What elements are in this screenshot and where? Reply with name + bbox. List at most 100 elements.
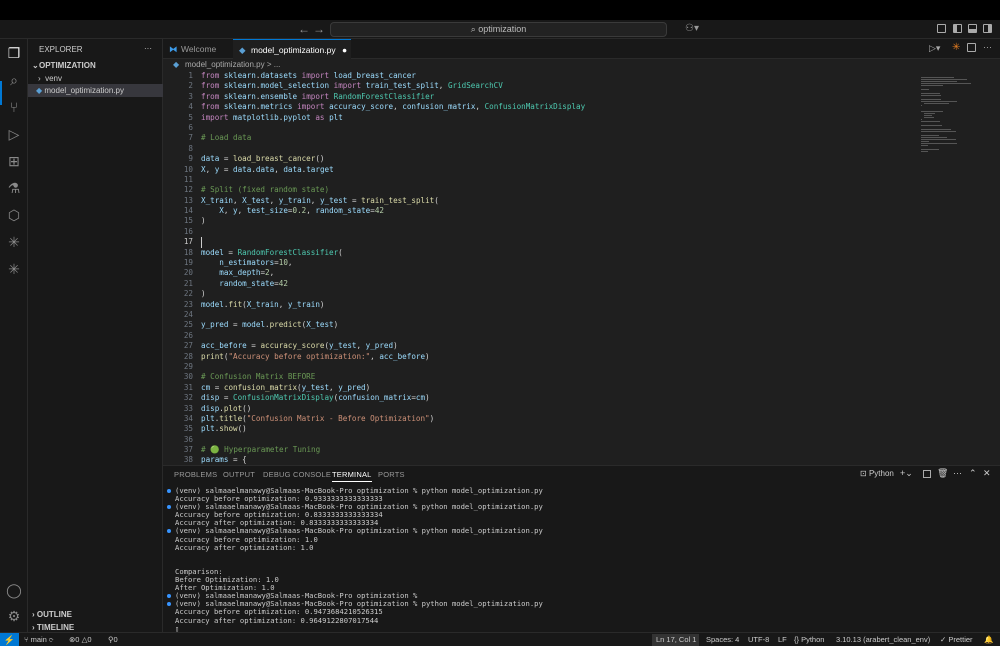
code-line[interactable] <box>201 123 921 133</box>
tab-welcome[interactable]: ⧓ Welcome <box>163 39 231 59</box>
ports-status[interactable]: ⚲0 <box>108 633 118 646</box>
code-line[interactable]: # Split (fixed random state) <box>201 185 921 195</box>
code-line[interactable]: X, y, test_size=0.2, random_state=42 <box>201 206 921 216</box>
minimap[interactable] <box>921 71 981 465</box>
code-line[interactable]: from sklearn.datasets import load_breast… <box>201 71 921 81</box>
search-view-icon[interactable]: ⌕ <box>6 72 22 88</box>
customize-layout-icon[interactable] <box>937 24 946 33</box>
command-decoration-icon[interactable] <box>167 529 171 534</box>
command-decoration-icon[interactable] <box>167 594 171 599</box>
code-line[interactable] <box>201 237 921 248</box>
code-line[interactable] <box>201 362 921 372</box>
code-line[interactable]: import matplotlib.pyplot as plt <box>201 113 921 123</box>
run-python-icon[interactable]: ▷▾ <box>929 43 940 54</box>
trash-icon[interactable]: 🗑 <box>937 468 948 479</box>
more-actions-icon[interactable]: ··· <box>953 468 962 478</box>
ai-sparkle-alt-icon[interactable]: ✳ <box>6 261 22 277</box>
workspace-folder-title[interactable]: OPTIMIZATION <box>39 61 96 70</box>
command-decoration-icon[interactable] <box>167 602 171 607</box>
branch-status[interactable]: ⑂ main ⟳ <box>24 633 53 646</box>
tree-item-venv[interactable]: › venv <box>38 74 62 83</box>
explorer-more-button[interactable]: ··· <box>144 44 152 53</box>
code-editor[interactable]: 1 2 3 4 5 6 7 8 9 10 11 12 13 14 15 16 17 18 19 20 21 22 23 24 2… <box>163 71 1000 465</box>
code-line[interactable]: from sklearn.ensemble import RandomFores… <box>201 92 921 102</box>
code-line[interactable]: from sklearn.metrics import accuracy_sco… <box>201 102 921 112</box>
folder-chevron-down-icon[interactable]: ⌄ <box>32 61 39 70</box>
maximize-panel-icon[interactable]: ⌃ <box>969 468 977 479</box>
code-line[interactable] <box>201 310 921 320</box>
tab-terminal[interactable]: TERMINAL <box>332 470 372 482</box>
timeline-section[interactable]: › TIMELINE <box>32 623 74 632</box>
code-line[interactable]: X, y = data.data, data.target <box>201 165 921 175</box>
interpreter-status[interactable]: 3.10.13 (arabert_clean_env) <box>836 633 930 646</box>
code-line[interactable]: cm = confusion_matrix(y_test, y_pred) <box>201 383 921 393</box>
outline-section[interactable]: › OUTLINE <box>32 610 72 619</box>
code-line[interactable]: acc_before = accuracy_score(y_test, y_pr… <box>201 341 921 351</box>
code-line[interactable] <box>201 435 921 445</box>
settings-gear-icon[interactable]: ⚙ <box>6 608 22 624</box>
code-line[interactable]: from sklearn.model_selection import trai… <box>201 81 921 91</box>
ai-sparkle-icon[interactable]: ✳ <box>952 42 960 53</box>
tab-debug-console[interactable]: DEBUG CONSOLE <box>263 470 331 479</box>
ai-sparkle-icon[interactable]: ✳ <box>6 234 22 250</box>
code-line[interactable]: X_train, X_test, y_train, y_test = train… <box>201 196 921 206</box>
toggle-panel-icon[interactable] <box>968 24 977 33</box>
account-icon[interactable]: ◯ <box>6 582 22 598</box>
code-line[interactable]: disp = ConfusionMatrixDisplay(confusion_… <box>201 393 921 403</box>
notifications-bell-icon[interactable]: 🔔 <box>984 633 993 646</box>
terminal-output[interactable]: (venv) salmaaelmanawy@Salmaas-MacBook-Pr… <box>167 486 987 633</box>
code-line[interactable]: # 🟢 Hyperparameter Tuning <box>201 445 921 455</box>
code-line[interactable]: plt.title("Confusion Matrix - Before Opt… <box>201 414 921 424</box>
code-line[interactable]: disp.plot() <box>201 404 921 414</box>
code-line[interactable] <box>201 144 921 154</box>
new-terminal-icon[interactable]: +⌄ <box>900 468 913 479</box>
remote-explorer-icon[interactable]: ⬡ <box>6 207 22 223</box>
close-panel-icon[interactable]: ✕ <box>983 468 991 479</box>
tab-ports[interactable]: PORTS <box>378 470 405 479</box>
extensions-icon[interactable]: ⊞ <box>6 153 22 169</box>
tree-item-model-optimization[interactable]: ◆ model_optimization.py <box>36 86 124 95</box>
code-line[interactable] <box>201 175 921 185</box>
code-line[interactable]: print("Accuracy before optimization:", a… <box>201 352 921 362</box>
editor-scrollbar[interactable] <box>991 71 997 465</box>
breadcrumb[interactable]: ◆ model_optimization.py > ... <box>163 59 1000 71</box>
code-line[interactable]: n_estimators=10, <box>201 258 921 268</box>
code-line[interactable]: random_state=42 <box>201 279 921 289</box>
command-center-search[interactable]: ⌕ optimization <box>330 22 667 37</box>
code-line[interactable]: # Confusion Matrix BEFORE <box>201 372 921 382</box>
code-lines[interactable]: from sklearn.datasets import load_breast… <box>201 71 921 465</box>
code-line[interactable]: ) <box>201 216 921 226</box>
split-editor-icon[interactable] <box>967 43 976 52</box>
command-decoration-icon[interactable] <box>167 505 171 510</box>
encoding-status[interactable]: UTF-8 <box>748 633 769 646</box>
code-line[interactable]: params = { <box>201 455 921 465</box>
cursor-position[interactable]: Ln 17, Col 1 <box>656 633 696 646</box>
code-line[interactable] <box>201 331 921 341</box>
back-arrow-icon[interactable]: ← <box>298 22 310 36</box>
problems-status[interactable]: ⊗0 △0 <box>69 633 92 646</box>
code-line[interactable]: model.fit(X_train, y_train) <box>201 300 921 310</box>
code-line[interactable]: model = RandomForestClassifier( <box>201 248 921 258</box>
command-decoration-icon[interactable] <box>167 489 171 493</box>
code-line[interactable]: max_depth=2, <box>201 268 921 278</box>
code-line[interactable]: plt.show() <box>201 424 921 434</box>
code-line[interactable]: # Load data <box>201 133 921 143</box>
indentation-status[interactable]: Spaces: 4 <box>706 633 739 646</box>
tab-output[interactable]: OUTPUT <box>223 470 255 479</box>
unsaved-dot-icon[interactable]: ● <box>342 45 347 55</box>
prettier-status[interactable]: ✓ Prettier <box>940 633 973 646</box>
remote-indicator[interactable]: ⚡ <box>0 633 19 646</box>
source-control-icon[interactable]: ⑂ <box>6 99 22 115</box>
tab-problems[interactable]: PROBLEMS <box>174 470 217 479</box>
copilot-icon[interactable]: ⚇▾ <box>685 22 699 36</box>
more-actions-icon[interactable]: ··· <box>983 42 992 52</box>
tab-model-optimization[interactable]: ◆ model_optimization.py ● <box>233 39 351 59</box>
testing-flask-icon[interactable]: ⚗ <box>6 180 22 196</box>
code-line[interactable]: data = load_breast_cancer() <box>201 154 921 164</box>
code-line[interactable]: ) <box>201 289 921 299</box>
language-status[interactable]: {} Python <box>794 633 824 646</box>
split-terminal-icon[interactable] <box>923 470 931 478</box>
terminal-shell-selector[interactable]: ⊡ Python <box>860 469 894 478</box>
toggle-sidebar-icon[interactable] <box>953 24 962 33</box>
forward-arrow-icon[interactable]: → <box>313 22 325 36</box>
